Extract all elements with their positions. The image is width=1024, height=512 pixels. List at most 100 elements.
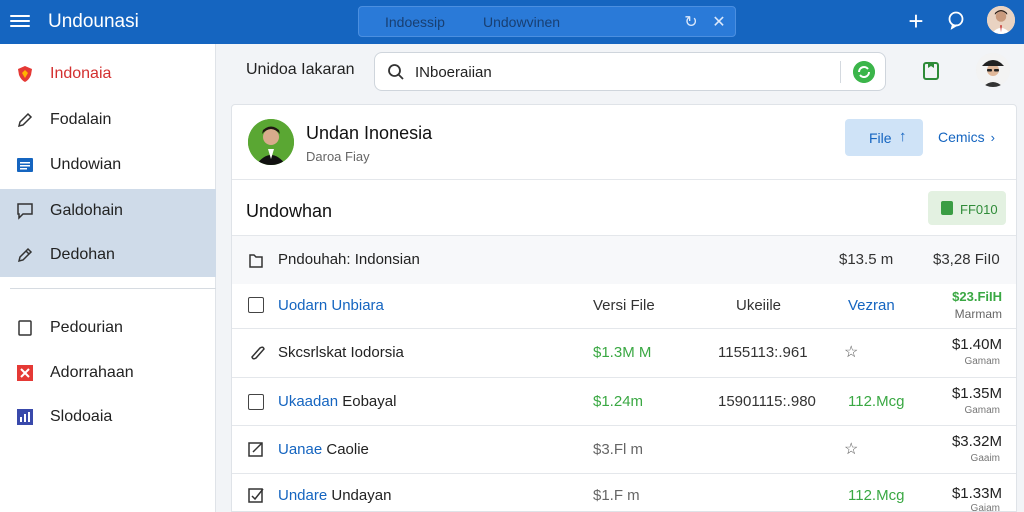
chat-bubble-icon[interactable] bbox=[946, 10, 966, 30]
close-box-icon bbox=[17, 365, 33, 381]
top-app-bar: Undounasi Indoessip Undowvinen ↻ ✕ + bbox=[0, 0, 1024, 44]
row-name-wrap: Uanae Caolie bbox=[278, 441, 369, 458]
column-header-vezran[interactable]: Vezran bbox=[848, 297, 895, 314]
top-search-bar[interactable]: Indoessip Undowvinen ↻ ✕ bbox=[358, 6, 736, 37]
bookmark-doc-icon[interactable] bbox=[920, 60, 942, 82]
row-name-prefix[interactable]: Undare bbox=[278, 487, 327, 504]
folder-icon bbox=[249, 254, 263, 268]
star-icon[interactable]: ☆ bbox=[844, 342, 858, 362]
row-checkbox[interactable] bbox=[248, 394, 264, 410]
sidebar-item-label: Fodalain bbox=[50, 111, 112, 128]
sidebar-item-label: Adorrahaan bbox=[50, 364, 134, 381]
row-vezran: 112.Mcg bbox=[848, 487, 905, 504]
sidebar-divider bbox=[10, 288, 216, 289]
column-header-version[interactable]: Versi File bbox=[593, 297, 655, 314]
row-name-prefix[interactable]: Uanae bbox=[278, 441, 322, 458]
free-button-label: FF010 bbox=[960, 202, 998, 217]
select-all-checkbox[interactable] bbox=[248, 297, 264, 313]
row-name-wrap: Undare Undayan bbox=[278, 487, 391, 504]
sidebar-item-label: Pedourian bbox=[50, 319, 123, 336]
table-row[interactable]: Undare Undayan $1.F m 112.Mcg $1.33M Gai… bbox=[232, 474, 1016, 512]
search-input[interactable] bbox=[415, 62, 805, 82]
sidebar-item-label: Galdohain bbox=[50, 202, 123, 219]
search-divider bbox=[840, 61, 841, 83]
chevron-right-icon: › bbox=[990, 130, 996, 145]
app-title: Undounasi bbox=[48, 11, 139, 32]
refresh-icon[interactable]: ↻ bbox=[681, 12, 701, 32]
summary-name: Pndouhah: Indonsian bbox=[278, 251, 420, 268]
main-search bbox=[374, 52, 886, 91]
table-row[interactable]: Uanae Caolie $3.Fl m ☆ $3.32M Gaaim bbox=[232, 426, 1016, 473]
column-header-amount-sub: Marmam bbox=[954, 307, 1002, 321]
row-amount-sub: Gaiam bbox=[970, 503, 1000, 512]
divider bbox=[232, 179, 1016, 180]
add-icon[interactable]: + bbox=[904, 7, 928, 35]
breadcrumb: Unidoa Iakaran bbox=[246, 61, 355, 78]
chart-icon bbox=[17, 409, 33, 425]
row-name: Caolie bbox=[326, 441, 369, 458]
column-header-row: Uodarn Unbiara Versi File Ukeiile Vezran… bbox=[232, 284, 1016, 329]
section-title: Undowhan bbox=[246, 201, 333, 221]
star-icon[interactable]: ☆ bbox=[844, 439, 858, 459]
profile-avatar-hat[interactable] bbox=[976, 53, 1010, 87]
sidebar-item-fodalain[interactable]: Fodalain bbox=[0, 98, 216, 142]
column-header-amount: $23.FiIH bbox=[952, 289, 1002, 304]
list-icon bbox=[17, 158, 33, 172]
row-size: 1155113:.961 bbox=[718, 344, 808, 361]
row-version: $1.24m bbox=[593, 393, 644, 410]
sidebar-item-label: Slodoaia bbox=[50, 408, 113, 425]
top-search-tab-b[interactable]: Undowvinen bbox=[483, 14, 560, 30]
sidebar-item-label: Undowian bbox=[50, 156, 122, 173]
table-row[interactable]: Ukaadan Eobayal $1.24m 15901115:.980 112… bbox=[232, 378, 1016, 425]
user-avatar[interactable] bbox=[985, 4, 1017, 36]
page-icon bbox=[18, 320, 32, 336]
close-icon[interactable]: ✕ bbox=[709, 12, 729, 32]
file-button-label: File bbox=[869, 130, 892, 146]
summary-row: Pndouhah: Indonsian $13.5 m $3,28 FiI0 bbox=[232, 236, 1016, 284]
profile-name: Undan Inonesia bbox=[306, 123, 433, 143]
search-icon bbox=[388, 64, 404, 80]
row-amount-sub: Gamam bbox=[964, 356, 1000, 367]
row-amount: $3.32M bbox=[951, 433, 1002, 450]
shield-icon bbox=[18, 66, 32, 82]
row-name: Skcsrlskat Iodorsia bbox=[278, 344, 404, 361]
edit-box-icon bbox=[248, 442, 263, 457]
free-button[interactable]: FF010 bbox=[928, 191, 1006, 225]
sidebar: Indonaia Fodalain Undowian Galdohain Ded… bbox=[0, 44, 216, 512]
column-header-size[interactable]: Ukeiile bbox=[736, 297, 781, 314]
comics-link-label: Cemics bbox=[938, 129, 985, 145]
pen-icon bbox=[17, 112, 33, 128]
sync-icon[interactable] bbox=[853, 61, 875, 83]
row-name: Undayan bbox=[331, 487, 392, 504]
sidebar-item-label: Indonaia bbox=[50, 65, 112, 82]
sidebar-item-adorrahaan[interactable]: Adorrahaan bbox=[0, 351, 216, 395]
summary-col2: $3,28 FiI0 bbox=[933, 251, 1000, 268]
sidebar-item-slodoaia[interactable]: Slodoaia bbox=[0, 395, 216, 439]
sidebar-item-indonaia[interactable]: Indonaia bbox=[0, 52, 216, 96]
row-version: $1.F m bbox=[593, 487, 640, 504]
menu-icon[interactable] bbox=[10, 12, 30, 30]
sidebar-item-dedohan[interactable]: Dedohan bbox=[0, 233, 216, 277]
chat-icon bbox=[17, 203, 33, 220]
content-card: Undan Inonesia Daroa Fiay File ↑ Cemics ›… bbox=[231, 104, 1017, 512]
sidebar-item-undowian[interactable]: Undowian bbox=[0, 143, 216, 187]
sidebar-item-galdohain[interactable]: Galdohain bbox=[0, 189, 216, 233]
row-version: $3.Fl m bbox=[593, 441, 644, 458]
file-button[interactable]: File ↑ bbox=[845, 119, 923, 156]
profile-subtitle: Daroa Fiay bbox=[306, 149, 370, 164]
checked-box-icon[interactable] bbox=[248, 487, 265, 504]
summary-col1: $13.5 m bbox=[839, 251, 894, 268]
sidebar-item-label: Dedohan bbox=[50, 246, 115, 263]
sidebar-item-pedourian[interactable]: Pedourian bbox=[0, 306, 216, 350]
row-size: 15901115:.980 bbox=[718, 393, 816, 410]
doc-icon bbox=[941, 201, 953, 215]
table-row[interactable]: Skcsrlskat Iodorsia $1.3M M 1155113:.961… bbox=[232, 329, 1016, 377]
column-header-name[interactable]: Uodarn Unbiara bbox=[278, 297, 384, 314]
row-amount: $1.40M bbox=[951, 336, 1002, 353]
top-search-tab-a[interactable]: Indoessip bbox=[385, 14, 445, 30]
row-vezran: 112.Mcg bbox=[848, 393, 905, 410]
row-name: Eobayal bbox=[342, 393, 397, 410]
row-amount-sub: Gaaim bbox=[970, 453, 1000, 464]
comics-link[interactable]: Cemics › bbox=[938, 129, 995, 145]
row-name-prefix[interactable]: Ukaadan bbox=[278, 393, 338, 410]
